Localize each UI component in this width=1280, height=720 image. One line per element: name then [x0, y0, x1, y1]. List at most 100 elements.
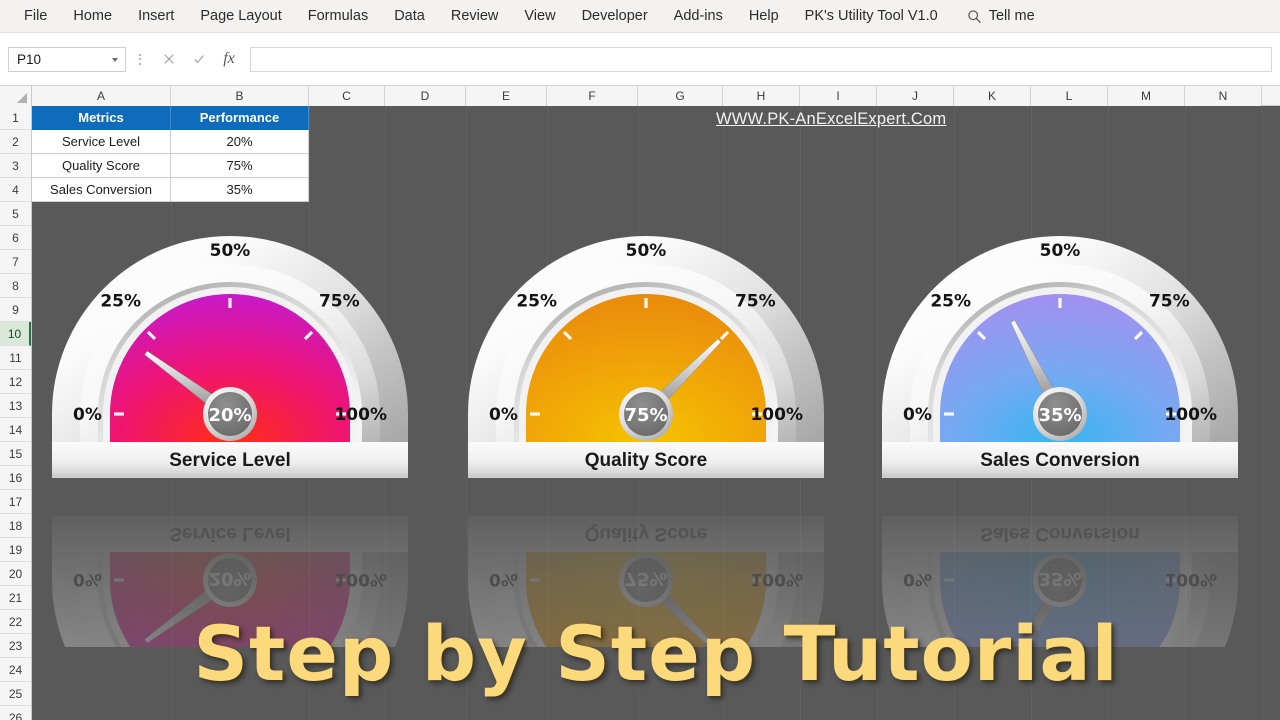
svg-text:25%: 25% — [930, 292, 971, 312]
row-header-23[interactable]: 23 — [0, 634, 31, 658]
row-header-8[interactable]: 8 — [0, 274, 31, 298]
gauge-value-label: 35% — [1038, 405, 1081, 426]
select-all-button[interactable] — [0, 86, 32, 106]
name-box[interactable]: P10 — [8, 46, 126, 72]
cell-metric-value[interactable]: 20% — [171, 130, 309, 154]
column-header-D[interactable]: D — [385, 86, 466, 106]
table-header-metrics: Metrics — [32, 106, 171, 130]
svg-text:50%: 50% — [210, 241, 251, 261]
svg-text:100%: 100% — [750, 569, 803, 589]
row-header-18[interactable]: 18 — [0, 514, 31, 538]
row-header-24[interactable]: 24 — [0, 658, 31, 682]
cell-metric-value[interactable]: 35% — [171, 178, 309, 202]
row-header-6[interactable]: 6 — [0, 226, 31, 250]
row-header-column: 1 2 3 4 5 6 7 8 9 10 11 12 13 14 15 16 17 18 19 20 21 22 23 24 2… — [0, 106, 32, 720]
cell-metric-name[interactable]: Quality Score — [32, 154, 171, 178]
ribbon-tab-review[interactable]: Review — [438, 0, 512, 33]
gauge-sales-conversion[interactable]: 0% 25% 50% 75% 100% 35% Sales Conversion — [864, 202, 1256, 647]
ribbon-tab-insert[interactable]: Insert — [125, 0, 187, 33]
table-row[interactable]: Service Level 20% — [32, 130, 309, 154]
column-header-N[interactable]: N — [1185, 86, 1262, 106]
ribbon-tab-developer[interactable]: Developer — [569, 0, 661, 33]
svg-text:100%: 100% — [334, 405, 387, 425]
confirm-entry-button[interactable] — [184, 46, 214, 72]
column-header-F[interactable]: F — [547, 86, 638, 106]
column-header-row: ABCDEFGHIJKLMN — [0, 86, 1280, 106]
gauge-dashboard: 0% 25% 50% 75% 100% 20% Service Level — [32, 202, 1280, 647]
column-header-A[interactable]: A — [32, 86, 171, 106]
svg-text:25%: 25% — [100, 292, 141, 312]
row-header-25[interactable]: 25 — [0, 682, 31, 706]
column-header-C[interactable]: C — [309, 86, 385, 106]
row-header-5[interactable]: 5 — [0, 202, 31, 226]
row-header-19[interactable]: 19 — [0, 538, 31, 562]
gauge-svg: 0% 25% 50% 75% 100% 75% Quality Score — [468, 236, 824, 478]
column-header-M[interactable]: M — [1108, 86, 1185, 106]
ribbon-tab-pk-s-utility-tool-v1-0[interactable]: PK's Utility Tool V1.0 — [792, 0, 951, 33]
insert-function-button[interactable]: fx — [214, 46, 244, 72]
table-row[interactable]: Sales Conversion 35% — [32, 178, 309, 202]
row-header-14[interactable]: 14 — [0, 418, 31, 442]
gauge-value-label: 75% — [624, 568, 667, 589]
svg-text:0%: 0% — [903, 569, 932, 589]
row-header-20[interactable]: 20 — [0, 562, 31, 586]
row-header-16[interactable]: 16 — [0, 466, 31, 490]
column-header-L[interactable]: L — [1031, 86, 1108, 106]
row-header-17[interactable]: 17 — [0, 490, 31, 514]
row-header-26[interactable]: 26 — [0, 706, 31, 720]
worksheet-canvas: Metrics Performance Service Level 20% Qu… — [32, 106, 1280, 720]
cell-metric-name[interactable]: Sales Conversion — [32, 178, 171, 202]
column-header-B[interactable]: B — [171, 86, 309, 106]
ribbon-tab-home[interactable]: Home — [60, 0, 125, 33]
row-header-4[interactable]: 4 — [0, 178, 31, 202]
row-header-3[interactable]: 3 — [0, 154, 31, 178]
excel-window: File Home Insert Page Layout Formulas Data Rev… — [0, 0, 1280, 720]
row-header-21[interactable]: 21 — [0, 586, 31, 610]
website-watermark: WWW.PK-AnExcelExpert.Com — [716, 110, 947, 128]
svg-text:100%: 100% — [1164, 569, 1217, 589]
svg-text:0%: 0% — [73, 405, 102, 425]
row-header-15[interactable]: 15 — [0, 442, 31, 466]
table-row[interactable]: Quality Score 75% — [32, 154, 309, 178]
gauge-quality-score[interactable]: 0% 25% 50% 75% 100% 75% Quality Score — [450, 202, 842, 647]
ribbon-tab-data[interactable]: Data — [381, 0, 438, 33]
ribbon-tab-formulas[interactable]: Formulas — [295, 0, 381, 33]
row-header-9[interactable]: 9 — [0, 298, 31, 322]
row-header-2[interactable]: 2 — [0, 130, 31, 154]
cell-metric-value[interactable]: 75% — [171, 154, 309, 178]
gauge-service-level[interactable]: 0% 25% 50% 75% 100% 20% Service Level — [34, 202, 426, 647]
name-box-value: P10 — [17, 51, 42, 67]
ribbon-tab-page-layout[interactable]: Page Layout — [187, 0, 294, 33]
column-header-H[interactable]: H — [723, 86, 800, 106]
column-header-E[interactable]: E — [466, 86, 547, 106]
ribbon-tab-view[interactable]: View — [511, 0, 568, 33]
gauge-title: Quality Score — [585, 450, 708, 471]
formula-input[interactable] — [250, 46, 1272, 72]
fx-icon: fx — [223, 50, 235, 67]
column-header-G[interactable]: G — [638, 86, 723, 106]
gauge-title: Service Level — [169, 523, 290, 544]
row-header-7[interactable]: 7 — [0, 250, 31, 274]
ribbon-tab-help[interactable]: Help — [736, 0, 792, 33]
svg-text:25%: 25% — [516, 292, 557, 312]
row-header-1[interactable]: 1 — [0, 106, 31, 130]
cancel-entry-button[interactable] — [154, 46, 184, 72]
svg-text:75%: 75% — [1149, 292, 1190, 312]
tell-me-search[interactable]: Tell me — [967, 0, 1035, 33]
row-header-11[interactable]: 11 — [0, 346, 31, 370]
row-header-22[interactable]: 22 — [0, 610, 31, 634]
row-header-13[interactable]: 13 — [0, 394, 31, 418]
ribbon-tab-file[interactable]: File — [14, 0, 60, 33]
tutorial-title: Step by Step Tutorial — [193, 609, 1119, 698]
row-header-12[interactable]: 12 — [0, 370, 31, 394]
tell-me-label: Tell me — [988, 8, 1035, 24]
column-header-I[interactable]: I — [800, 86, 877, 106]
column-header-K[interactable]: K — [954, 86, 1031, 106]
row-header-10[interactable]: 10 — [0, 322, 31, 346]
ribbon-tab-add-ins[interactable]: Add-ins — [661, 0, 736, 33]
column-header-J[interactable]: J — [877, 86, 954, 106]
cell-metric-name[interactable]: Service Level — [32, 130, 171, 154]
svg-text:0%: 0% — [489, 405, 518, 425]
chevron-down-icon[interactable] — [112, 58, 118, 62]
svg-text:0%: 0% — [489, 569, 518, 589]
